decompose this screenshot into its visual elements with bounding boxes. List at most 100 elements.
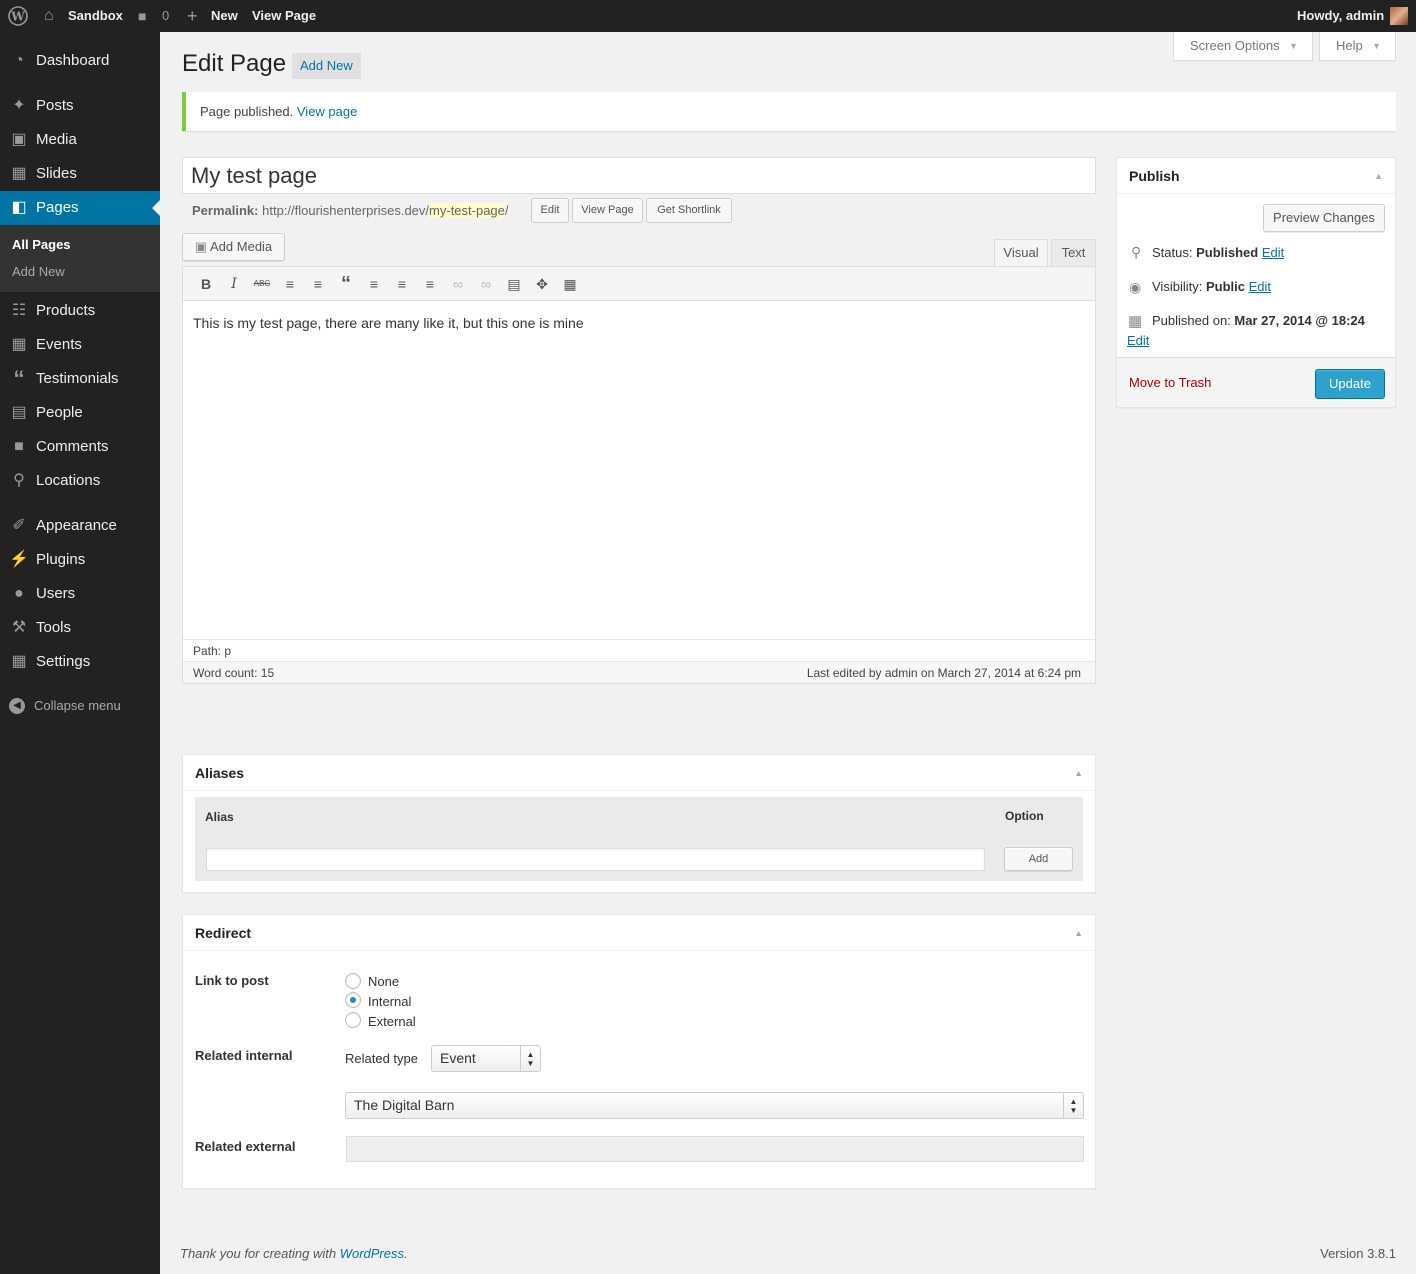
sidebar-item-plugins[interactable]: ⚡ Plugins [0, 543, 160, 577]
screen-options-button[interactable]: Screen Options ▼ [1173, 32, 1313, 61]
published-notice: Page published. View page [182, 92, 1396, 131]
add-media-button[interactable]: ▣ Add Media [182, 233, 285, 261]
sidebar-item-dashboard[interactable]: ◔ Dashboard [0, 44, 160, 78]
add-new-button[interactable]: Add New [292, 53, 361, 79]
read-more-icon[interactable]: ▤ [503, 274, 525, 294]
bold-icon[interactable]: B [195, 274, 217, 294]
collapse-toggle-icon[interactable]: ▲ [1374, 171, 1383, 181]
sidebar-item-locations[interactable]: ⚲ Locations [0, 464, 160, 498]
wordpress-link[interactable]: WordPress [340, 1246, 404, 1261]
location-icon: ⚲ [13, 472, 25, 489]
radio-external-label: External [368, 1014, 416, 1029]
view-page-link[interactable]: View Page [252, 0, 316, 32]
aliases-box-title[interactable]: Aliases [183, 755, 1095, 791]
related-type-label: Related type [345, 1051, 418, 1066]
numbered-list-icon[interactable]: ≡ [307, 274, 329, 294]
sidebar-item-appearance[interactable]: ✐ Appearance [0, 509, 160, 543]
collapse-toggle-icon[interactable]: ▲ [1074, 928, 1083, 938]
radio-external[interactable] [345, 1012, 361, 1028]
permalink-label: Permalink: [192, 203, 259, 218]
related-external-input[interactable] [346, 1136, 1084, 1162]
update-button[interactable]: Update [1315, 369, 1385, 399]
sidebar-item-tools[interactable]: ⚒ Tools [0, 611, 160, 645]
plus-icon[interactable]: + [187, 0, 198, 32]
kitchen-sink-icon[interactable]: ▦ [559, 274, 581, 294]
sidebar-item-label: Appearance [36, 517, 117, 534]
collapse-toggle-icon[interactable]: ▲ [1074, 768, 1083, 778]
tab-visual[interactable]: Visual [994, 239, 1048, 267]
view-page-button[interactable]: View Page [572, 198, 643, 223]
blockquote-icon[interactable]: “ [335, 274, 357, 294]
editor-toolbar: B I ABC ≡ ≡ “ ≡ ≡ ≡ ∞ ∞ ▤ ✥ ▦ [183, 267, 1095, 301]
edit-status-link[interactable]: Edit [1262, 245, 1284, 260]
fullscreen-icon[interactable]: ✥ [531, 274, 553, 294]
sidebar-item-settings[interactable]: ▦ Settings [0, 645, 160, 679]
sidebar-item-label: Products [36, 302, 96, 319]
sidebar-item-label: People [36, 404, 83, 421]
wordpress-logo-icon[interactable]: W [8, 0, 28, 32]
comments-count[interactable]: 0 [162, 0, 169, 32]
tab-text[interactable]: Text [1051, 239, 1096, 267]
radio-none[interactable] [345, 973, 361, 989]
sidebar-item-events[interactable]: ▦ Events [0, 328, 160, 362]
permalink-slug[interactable]: my-test-page [429, 203, 505, 218]
published-on-row: Published on: Mar 27, 2014 @ 18:24 [1152, 313, 1365, 328]
related-internal-label: Related internal [195, 1048, 293, 1063]
sidebar-item-label: Tools [36, 619, 72, 636]
view-page-notice-link[interactable]: View page [297, 104, 357, 119]
sidebar-item-pages[interactable]: ◧ Pages [0, 191, 160, 225]
howdy-user-link[interactable]: Howdy, admin [1297, 0, 1384, 32]
sidebar-item-slides[interactable]: ▦ Slides [0, 157, 160, 191]
align-right-icon[interactable]: ≡ [419, 274, 441, 294]
avatar[interactable] [1390, 7, 1408, 25]
related-item-select[interactable]: The Digital Barn ▲ ▼ [345, 1092, 1084, 1119]
select-arrows-icon: ▲ ▼ [1063, 1093, 1083, 1118]
edit-permalink-button[interactable]: Edit [531, 198, 569, 223]
align-left-icon[interactable]: ≡ [363, 274, 385, 294]
slides-icon: ▦ [11, 165, 27, 182]
related-type-select[interactable]: Event ▲ ▼ [431, 1045, 541, 1072]
published-on-label: Published on: [1152, 313, 1231, 328]
sidebar-item-people[interactable]: ▤ People [0, 396, 160, 430]
sidebar-item-label: Posts [36, 97, 74, 114]
sidebar-item-media[interactable]: ▣ Media [0, 123, 160, 157]
people-icon: ▤ [11, 404, 27, 421]
admin-sidebar: ◔ Dashboard ✦ Posts ▣ Media ▦ Slides ◧ P… [0, 32, 160, 1274]
bullet-list-icon[interactable]: ≡ [279, 274, 301, 294]
home-icon[interactable]: ⌂ [44, 0, 54, 32]
submenu-add-new[interactable]: Add New [12, 264, 65, 279]
edit-visibility-link[interactable]: Edit [1249, 279, 1271, 294]
sidebar-item-posts[interactable]: ✦ Posts [0, 89, 160, 123]
post-title-input[interactable]: My test page [182, 157, 1096, 194]
edit-published-date-link[interactable]: Edit [1127, 333, 1149, 348]
publish-box-title[interactable]: Publish [1117, 158, 1395, 194]
comment-bubble-icon[interactable]: ■ [138, 0, 146, 32]
italic-icon[interactable]: I [223, 274, 245, 294]
preview-changes-button[interactable]: Preview Changes [1263, 204, 1385, 232]
help-button[interactable]: Help ▼ [1319, 32, 1396, 61]
submenu-all-pages[interactable]: All Pages [12, 237, 71, 252]
new-content-link[interactable]: New [211, 0, 238, 32]
alias-input[interactable] [206, 848, 985, 871]
radio-internal[interactable] [345, 992, 361, 1008]
link-icon[interactable]: ∞ [447, 274, 469, 294]
move-to-trash-link[interactable]: Move to Trash [1129, 375, 1211, 390]
strikethrough-icon[interactable]: ABC [251, 274, 273, 294]
editor-content[interactable]: This is my test page, there are many lik… [193, 315, 584, 331]
redirect-box-title[interactable]: Redirect [183, 915, 1095, 951]
sidebar-item-label: Settings [36, 653, 91, 670]
sidebar-item-products[interactable]: ☷ Products [0, 294, 160, 328]
unlink-icon[interactable]: ∞ [475, 274, 497, 294]
collapse-menu-button[interactable]: ◀ Collapse menu [0, 691, 160, 721]
plug-icon: ⚡ [9, 551, 29, 568]
align-center-icon[interactable]: ≡ [391, 274, 413, 294]
redirect-title: Redirect [195, 925, 252, 941]
sidebar-item-comments[interactable]: ■ Comments [0, 430, 160, 464]
get-shortlink-button[interactable]: Get Shortlink [646, 198, 732, 223]
footer-version: Version 3.8.1 [1320, 1246, 1396, 1261]
add-alias-button[interactable]: Add [1004, 847, 1073, 871]
sidebar-item-users[interactable]: ● Users [0, 577, 160, 611]
sidebar-item-testimonials[interactable]: “ Testimonials [0, 362, 160, 396]
collapse-arrow-icon: ◀ [9, 698, 25, 714]
site-name-link[interactable]: Sandbox [68, 0, 123, 32]
